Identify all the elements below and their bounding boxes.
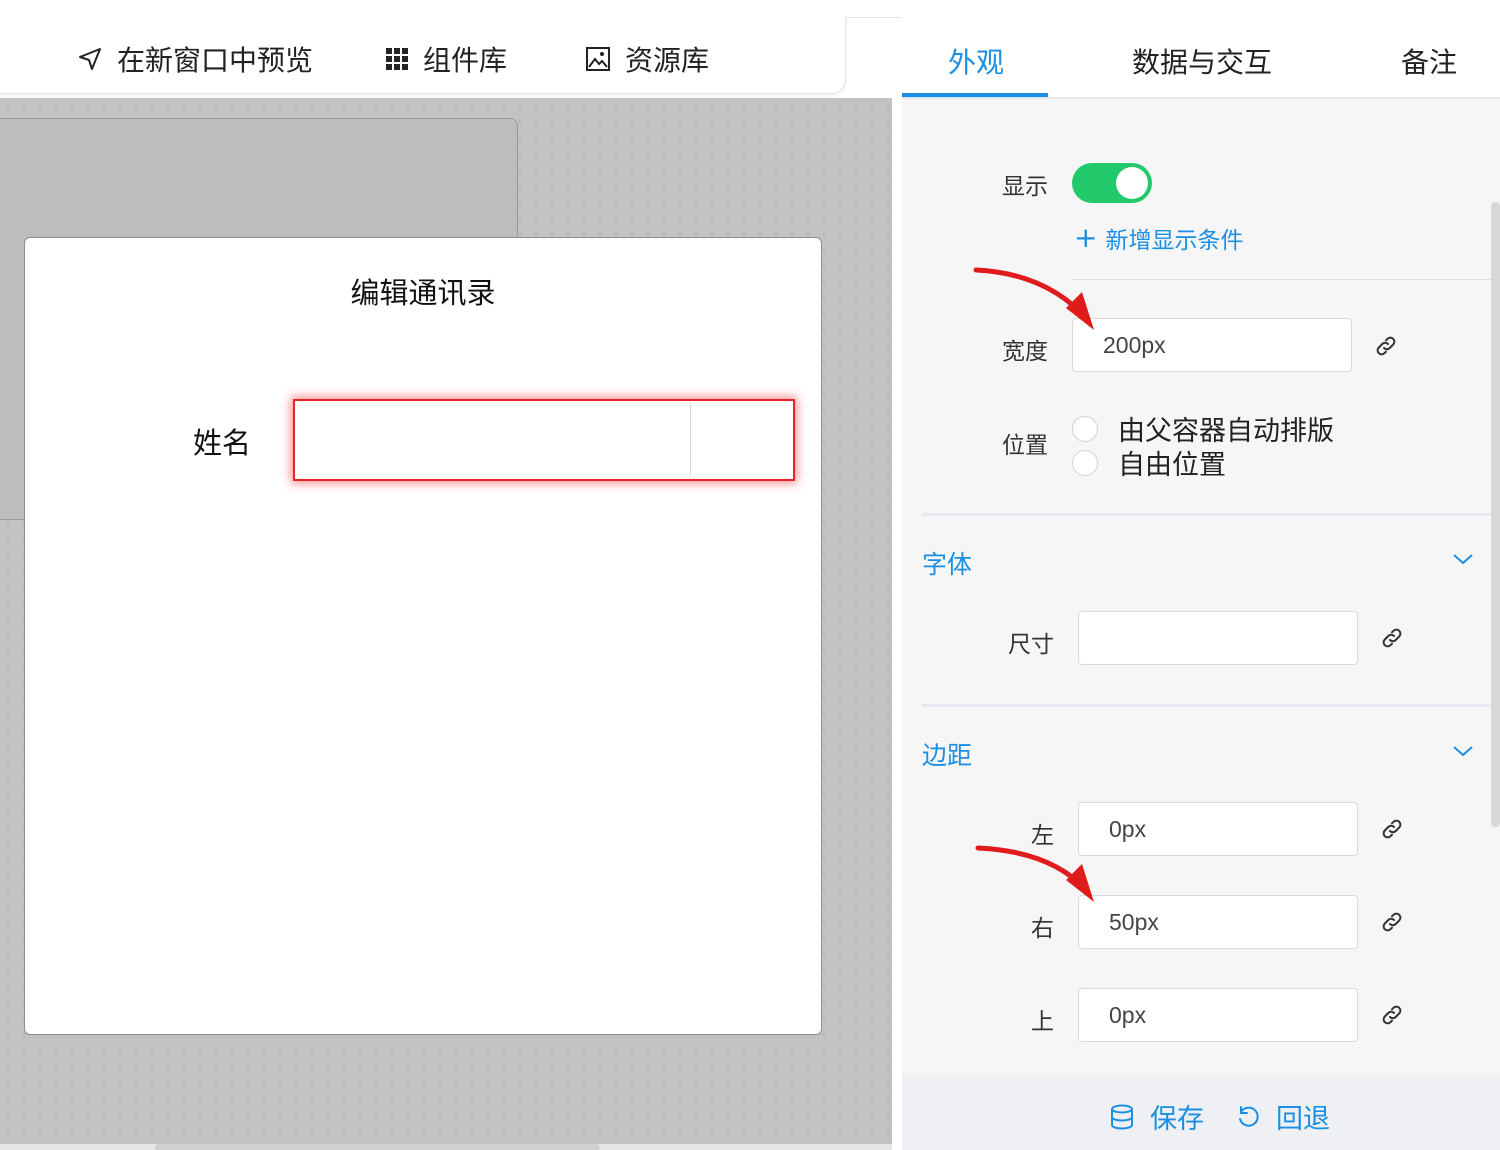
display-label: 显示: [1002, 174, 1048, 200]
margin-top-label: 上: [1031, 1009, 1054, 1035]
panel-scrollbar[interactable]: [1491, 202, 1500, 827]
margin-right-input[interactable]: 50px: [1078, 895, 1358, 949]
toggle-knob: [1116, 167, 1148, 199]
margin-section-title[interactable]: 边距: [922, 736, 972, 772]
image-icon: [586, 47, 610, 71]
radio-free-position-label: 自由位置: [1118, 450, 1226, 481]
undo-icon: [1239, 1105, 1259, 1127]
panel-tabs: 外观 数据与交互 备注: [902, 17, 1500, 99]
link-icon[interactable]: [1380, 817, 1404, 841]
link-icon[interactable]: [1380, 626, 1404, 650]
components-label: 组件库: [423, 44, 508, 77]
divider: [1072, 279, 1492, 280]
preview-label: 在新窗口中预览: [117, 44, 314, 77]
dialog-component[interactable]: 编辑通讯录 姓名: [24, 237, 822, 1035]
margin-left-input[interactable]: 0px: [1078, 802, 1358, 856]
database-icon: [1111, 1104, 1133, 1130]
tab-notes[interactable]: 备注: [1401, 41, 1457, 81]
name-input[interactable]: [295, 401, 691, 477]
radio-free-position[interactable]: 自由位置: [1072, 443, 1226, 482]
section-divider: [922, 513, 1492, 516]
font-section-title[interactable]: 字体: [922, 545, 972, 581]
position-label: 位置: [1002, 433, 1048, 459]
font-size-input[interactable]: [1078, 611, 1358, 665]
grid-icon: [386, 48, 408, 70]
panel-footer: 保存 回退: [902, 1075, 1500, 1150]
name-label: 姓名: [193, 426, 252, 460]
margin-right-label: 右: [1031, 916, 1054, 942]
save-label: 保存: [1150, 1104, 1204, 1135]
display-toggle[interactable]: [1072, 163, 1152, 203]
radio-circle: [1072, 415, 1098, 442]
plus-icon: +: [1074, 221, 1098, 254]
tab-data-interaction[interactable]: 数据与交互: [1132, 41, 1272, 81]
asset-library-button[interactable]: 资源库: [585, 39, 709, 79]
top-bar: [0, 0, 1500, 18]
chevron-down-icon[interactable]: [1452, 552, 1474, 566]
design-canvas[interactable]: 编辑通讯录 姓名: [0, 98, 892, 1144]
radio-circle: [1072, 449, 1098, 476]
size-label: 尺寸: [1008, 632, 1054, 658]
width-label: 宽度: [1002, 339, 1048, 365]
margin-left-label: 左: [1031, 823, 1054, 849]
add-condition-label: 新增显示条件: [1105, 228, 1244, 254]
canvas-scrollbar-thumb[interactable]: [155, 1144, 600, 1150]
link-icon[interactable]: [1380, 910, 1404, 934]
active-tab-indicator: [902, 93, 1048, 97]
revert-button[interactable]: 回退: [1236, 1097, 1330, 1136]
assets-label: 资源库: [625, 44, 710, 77]
dialog-title: 编辑通讯录: [350, 276, 496, 310]
revert-label: 回退: [1276, 1104, 1330, 1135]
width-input[interactable]: 200px: [1072, 318, 1352, 372]
add-display-condition-link[interactable]: + 新增显示条件: [1074, 221, 1243, 255]
navigation-arrow-icon: [79, 48, 101, 70]
name-input-selected[interactable]: [293, 399, 795, 481]
tab-appearance[interactable]: 外观: [948, 41, 1004, 81]
preview-new-window-button[interactable]: 在新窗口中预览: [77, 39, 313, 79]
margin-top-input[interactable]: 0px: [1078, 988, 1358, 1042]
component-library-button[interactable]: 组件库: [385, 39, 507, 79]
link-icon[interactable]: [1374, 334, 1398, 358]
properties-panel: 外观 数据与交互 备注 显示 + 新增显示条件 宽度 200px 位置 由父容器…: [902, 17, 1500, 1150]
link-icon[interactable]: [1380, 1003, 1404, 1027]
toolbar: 在新窗口中预览 组件库 资源库: [0, 17, 846, 94]
save-button[interactable]: 保存: [1110, 1097, 1204, 1136]
section-divider: [922, 704, 1492, 707]
chevron-down-icon[interactable]: [1452, 744, 1474, 758]
